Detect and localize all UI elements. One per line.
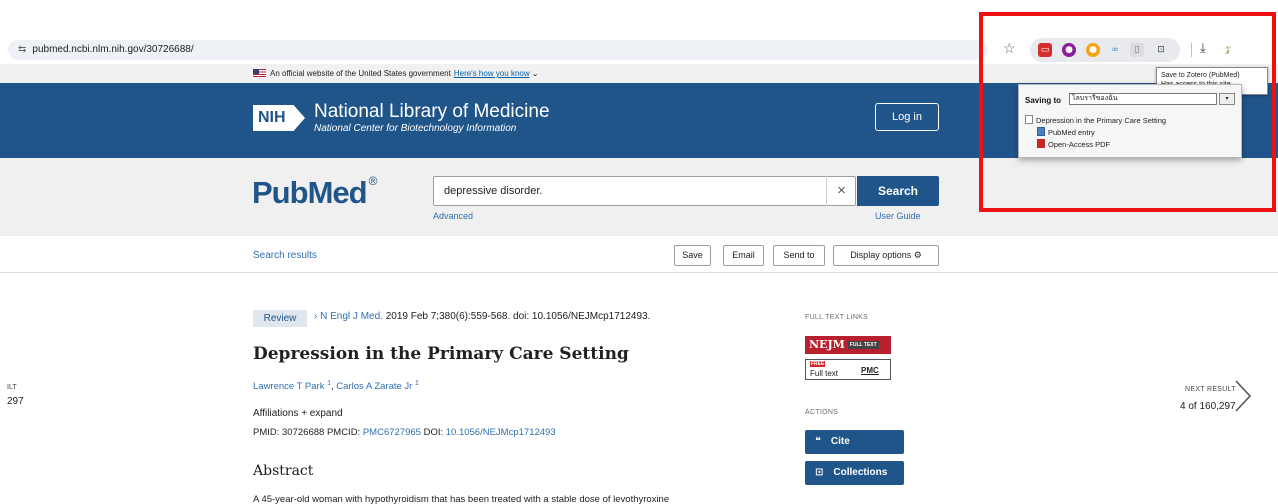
- user-guide-link[interactable]: User Guide: [875, 211, 921, 221]
- display-options-button[interactable]: Display options ⚙: [833, 245, 939, 266]
- pmc-full-text-link[interactable]: FREE Full text PMC: [805, 359, 891, 380]
- author-list: Lawrence T Park 1, Carlos A Zarate Jr 1: [253, 380, 419, 392]
- previous-result-count[interactable]: 297: [7, 396, 24, 407]
- previous-result-label[interactable]: ILT: [7, 384, 17, 391]
- logo-med: Med: [307, 175, 368, 210]
- clear-search-icon[interactable]: ×: [826, 176, 856, 206]
- save-button[interactable]: Save: [674, 245, 711, 266]
- collections-button[interactable]: ⊡ Collections: [805, 461, 904, 485]
- chevron-down-icon[interactable]: ⌄: [530, 69, 539, 78]
- next-result-label[interactable]: NEXT RESULT: [1185, 386, 1236, 393]
- actions-label: ACTIONS: [805, 409, 839, 416]
- logo-registered: ®: [368, 174, 378, 188]
- journal-citation: › N Engl J Med. 2019 Feb 7;380(6):559-56…: [314, 311, 650, 322]
- next-result-count[interactable]: 4 of 160,297: [1180, 401, 1236, 412]
- nejm-full-text-tag: FULL TEXT: [847, 341, 879, 349]
- pmc-full-text-label: Full text: [810, 369, 839, 378]
- quote-icon: ❝: [815, 436, 821, 447]
- affiliations-row: Affiliations + expand: [253, 408, 343, 419]
- search-results-link[interactable]: Search results: [253, 250, 317, 261]
- expand-affiliations-button[interactable]: + expand: [301, 408, 342, 419]
- nlm-subtitle: National Center for Biotechnology Inform…: [314, 123, 517, 134]
- free-badge: FREE: [810, 361, 826, 367]
- nlm-title[interactable]: National Library of Medicine: [314, 101, 550, 123]
- gear-icon: ⚙: [913, 251, 922, 261]
- doi-link[interactable]: 10.1056/NEJMcp1712493: [446, 427, 556, 438]
- nih-logo[interactable]: NIH: [253, 105, 305, 131]
- doi-label: DOI:: [423, 427, 444, 438]
- cite-button[interactable]: ❝ Cite: [805, 430, 904, 454]
- page: ⇆ pubmed.ncbi.nlm.nih.gov/30726688/ ☆ ▭ ●…: [0, 0, 1278, 504]
- gov-banner-text: An official website of the United States…: [270, 69, 451, 78]
- pmid-text: PMID: 30726688: [253, 427, 325, 438]
- pmcid-link[interactable]: PMC6727965: [363, 427, 421, 438]
- gov-banner-link[interactable]: Here's how you know: [454, 69, 530, 78]
- results-toolbar: [0, 236, 1278, 273]
- nejm-logo-text: NEJM: [809, 338, 845, 351]
- search-input[interactable]: depressive disorder.: [433, 176, 856, 206]
- pubmed-logo[interactable]: PubMed ®: [252, 174, 378, 211]
- article-title: Depression in the Primary Care Setting: [253, 344, 629, 364]
- pmc-logo: PMC: [861, 366, 879, 375]
- display-options-label: Display options: [850, 250, 912, 260]
- journal-link[interactable]: N Engl J Med.: [320, 311, 383, 322]
- search-button[interactable]: Search: [857, 176, 939, 206]
- us-flag-icon: [253, 69, 266, 77]
- send-to-button[interactable]: Send to: [773, 245, 825, 266]
- full-text-links-label: FULL TEXT LINKS: [805, 314, 869, 321]
- nejm-full-text-link[interactable]: NEJM FULL TEXT: [805, 336, 891, 354]
- login-button[interactable]: Log in: [875, 103, 939, 131]
- advanced-search-link[interactable]: Advanced: [433, 211, 473, 221]
- email-button[interactable]: Email: [723, 245, 764, 266]
- chevron-right-icon: ›: [314, 311, 318, 322]
- cite-label: Cite: [830, 436, 850, 447]
- site-info-icon[interactable]: ⇆: [18, 44, 26, 55]
- logo-pub: Pub: [252, 175, 309, 210]
- highlight-box: [979, 12, 1276, 212]
- collections-label: Collections: [833, 467, 888, 478]
- address-bar[interactable]: ⇆ pubmed.ncbi.nlm.nih.gov/30726688/: [8, 40, 988, 60]
- identifiers-row: PMID: 30726688 PMCID: PMC6727965 DOI: 10…: [253, 427, 556, 438]
- chevron-right-icon[interactable]: [1232, 379, 1254, 413]
- abstract-heading: Abstract: [253, 463, 314, 479]
- url-text: pubmed.ncbi.nlm.nih.gov/30726688/: [32, 44, 194, 55]
- review-badge: Review: [253, 310, 307, 327]
- author-link[interactable]: Lawrence T Park: [253, 381, 324, 392]
- bookmark-icon: ⊡: [815, 467, 824, 478]
- author-link[interactable]: Carlos A Zarate Jr: [336, 381, 412, 392]
- citation-text: 2019 Feb 7;380(6):559-568. doi: 10.1056/…: [382, 311, 651, 322]
- affiliation-ref[interactable]: 1: [415, 380, 419, 387]
- pmcid-label: PMCID:: [326, 427, 361, 438]
- affiliations-label: Affiliations: [253, 408, 299, 419]
- abstract-text: A 45-year-old woman with hypothyroidism …: [253, 494, 670, 504]
